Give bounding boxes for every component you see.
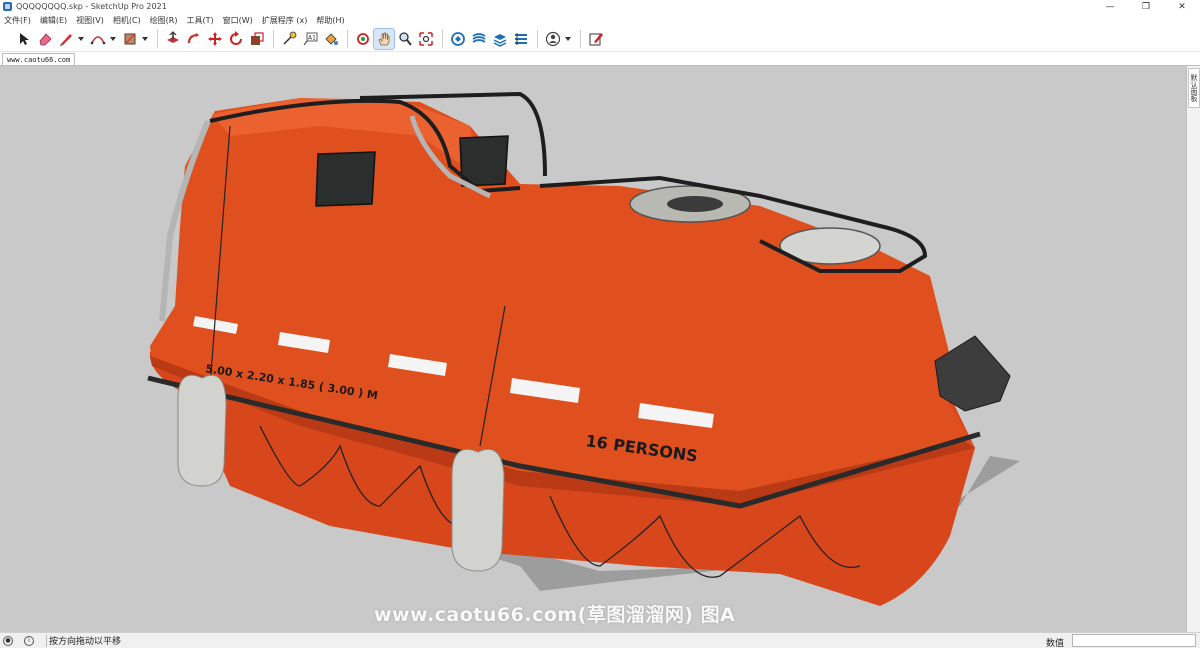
- extension-manager-button[interactable]: [511, 29, 531, 49]
- push-pull-tool-button[interactable]: [163, 29, 183, 49]
- arc-tool-button[interactable]: [88, 29, 108, 49]
- pencil-icon: [60, 34, 72, 46]
- rectangle-tool-dropdown[interactable]: [141, 29, 149, 49]
- zoom-tool-button[interactable]: [395, 29, 415, 49]
- model-info-button[interactable]: [586, 29, 606, 49]
- main-toolbar: A1: [0, 27, 1200, 52]
- extension-manager-icon: [515, 33, 527, 45]
- extension-warehouse-icon: [472, 33, 486, 43]
- default-tray: 默认面板: [1186, 66, 1200, 632]
- move-arrows-icon: [208, 32, 222, 46]
- menu-extensions[interactable]: 扩展程序 (x): [262, 15, 308, 26]
- restore-button[interactable]: ❐: [1128, 0, 1164, 13]
- paint-bucket-icon: [325, 33, 338, 45]
- geolocation-icon[interactable]: ●: [3, 635, 13, 646]
- scale-tool-button[interactable]: [247, 29, 267, 49]
- scene-tab[interactable]: www.caotu66.com: [2, 53, 76, 65]
- menu-help[interactable]: 帮助(H): [316, 15, 344, 26]
- arc-tool-dropdown[interactable]: [109, 29, 117, 49]
- follow-me-tool-button[interactable]: [184, 29, 204, 49]
- toolbar-separator: [157, 30, 158, 48]
- lifeboat-model: 5.00 x 2.20 x 1.85 ( 3.00 ) M 16 PERSONS: [147, 91, 1020, 606]
- line-tool-button[interactable]: [56, 29, 76, 49]
- measurements-input[interactable]: [1072, 634, 1196, 647]
- arc-icon: [90, 36, 106, 45]
- title-bar: QQQQQQQQ.skp - SketchUp Pro 2021 — ❐ ✕: [0, 0, 1200, 13]
- text-label-icon: A1: [303, 32, 318, 46]
- minimize-button[interactable]: —: [1092, 0, 1128, 13]
- cabin-window: [315, 151, 376, 207]
- menu-view[interactable]: 视图(V): [76, 15, 104, 26]
- eraser-icon: [39, 33, 52, 46]
- toolbar-separator: [537, 30, 538, 48]
- menu-tools[interactable]: 工具(T): [187, 15, 214, 26]
- svg-text:A1: A1: [308, 35, 316, 42]
- window-controls: — ❐ ✕: [1092, 0, 1200, 13]
- zoom-extents-button[interactable]: [416, 29, 436, 49]
- fender: [451, 448, 505, 572]
- scale-icon: [251, 32, 264, 45]
- paint-bucket-tool-button[interactable]: [321, 29, 341, 49]
- status-bar: ● i 按方向拖动以平移 数值: [0, 632, 1200, 648]
- modeling-viewport[interactable]: 5.00 x 2.20 x 1.85 ( 3.00 ) M 16 PERSONS…: [0, 66, 1186, 632]
- scene-tab-bar: www.caotu66.com: [0, 52, 1200, 66]
- warehouse-icon: [451, 32, 465, 46]
- menu-file[interactable]: 文件(F): [4, 15, 31, 26]
- info-icon[interactable]: i: [24, 635, 34, 646]
- menu-draw[interactable]: 绘图(R): [150, 15, 178, 26]
- edit-document-icon: [589, 33, 603, 46]
- account-dropdown[interactable]: [564, 29, 572, 49]
- watermark-text: www.caotu66.com(草图溜溜网) 图A: [374, 604, 736, 626]
- rotate-tool-button[interactable]: [226, 29, 246, 49]
- text-tool-button[interactable]: A1: [300, 29, 320, 49]
- tape-measure-icon: [283, 31, 297, 45]
- fender: [177, 374, 227, 487]
- toolbar-separator: [273, 30, 274, 48]
- magnifier-icon: [399, 32, 412, 46]
- toolbar-separator: [442, 30, 443, 48]
- sketchup-app-icon[interactable]: [3, 2, 12, 11]
- follow-me-icon: [187, 33, 199, 44]
- default-tray-tab[interactable]: 默认面板: [1188, 68, 1200, 108]
- orbit-icon: [357, 33, 369, 45]
- user-account-icon: [545, 31, 561, 47]
- window-title: QQQQQQQQ.skp - SketchUp Pro 2021: [16, 2, 167, 11]
- measurements-label: 数值: [1046, 639, 1065, 648]
- account-button[interactable]: [543, 29, 563, 49]
- tape-measure-tool-button[interactable]: [279, 29, 299, 49]
- extension-warehouse-button[interactable]: [469, 29, 489, 49]
- zoom-extents-icon: [419, 32, 433, 46]
- eraser-tool-button[interactable]: [35, 29, 55, 49]
- push-pull-icon: [167, 31, 179, 43]
- toolbar-separator: [347, 30, 348, 48]
- 3d-warehouse-button[interactable]: [448, 29, 468, 49]
- close-button[interactable]: ✕: [1164, 0, 1200, 13]
- pan-hand-icon: [378, 32, 390, 46]
- move-tool-button[interactable]: [205, 29, 225, 49]
- line-tool-dropdown[interactable]: [77, 29, 85, 49]
- rectangle-icon: [124, 33, 136, 45]
- menu-bar: 文件(F) 编辑(E) 视图(V) 相机(C) 绘图(R) 工具(T) 窗口(W…: [0, 13, 1200, 27]
- menu-window[interactable]: 窗口(W): [223, 15, 253, 26]
- top-hatch-opening: [667, 196, 723, 212]
- select-tool-button[interactable]: [14, 29, 34, 49]
- layout-button[interactable]: [490, 29, 510, 49]
- arrow-cursor-icon: [20, 33, 29, 45]
- menu-edit[interactable]: 编辑(E): [40, 15, 67, 26]
- toolbar-separator: [580, 30, 581, 48]
- stack-icon: [493, 34, 507, 47]
- menu-camera[interactable]: 相机(C): [113, 15, 141, 26]
- rotate-icon: [230, 31, 242, 45]
- pan-tool-button[interactable]: [373, 28, 395, 50]
- status-hint-text: 按方向拖动以平移: [49, 637, 122, 647]
- status-separator: [46, 634, 47, 647]
- rectangle-tool-button[interactable]: [120, 29, 140, 49]
- orbit-tool-button[interactable]: [353, 29, 373, 49]
